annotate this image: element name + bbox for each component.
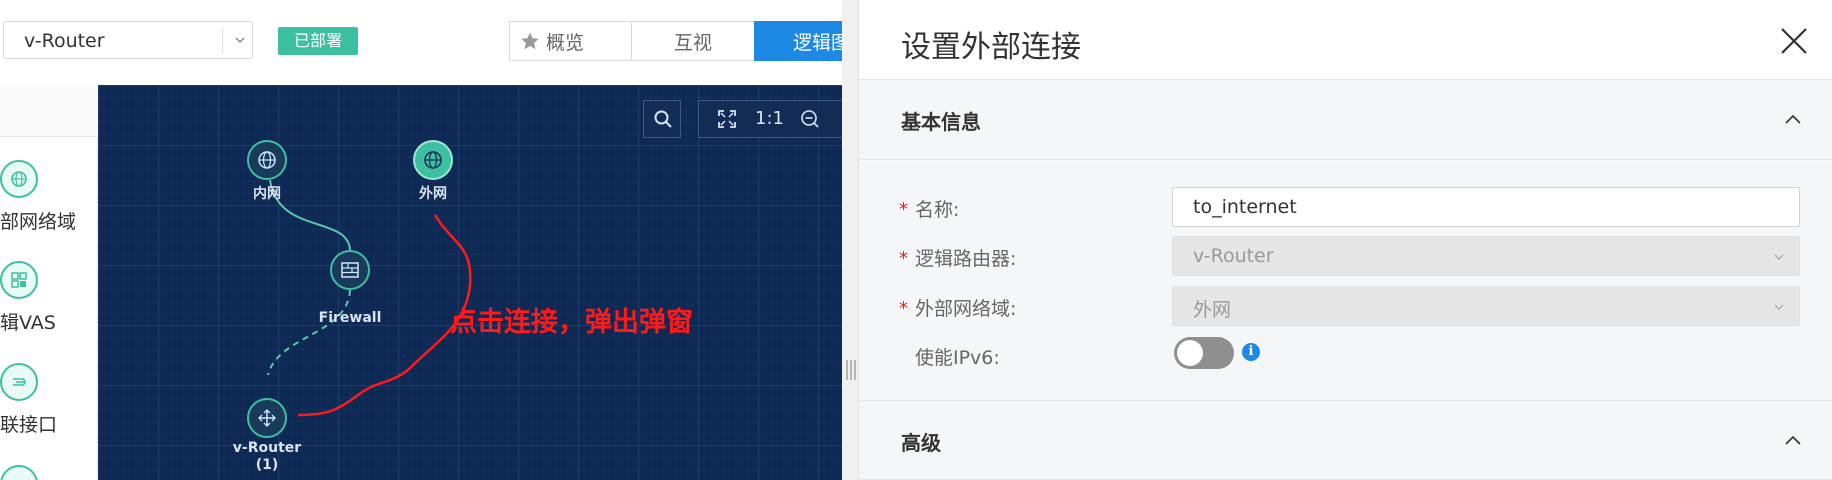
field-router-row: * 逻辑路由器: v-Router: [859, 236, 1832, 276]
tab-logical-view[interactable]: 逻辑图: [754, 21, 842, 61]
node-sublabel: (1): [255, 457, 279, 473]
field-external-domain-row: * 外部网络域: 外网: [859, 286, 1832, 326]
node-label: 内网: [253, 186, 281, 202]
topbar: v-Router 已部署 概览 互视 逻辑图: [0, 0, 842, 85]
canvas-search-button[interactable]: [643, 100, 681, 138]
required-mark: *: [899, 199, 908, 220]
router-dropdown[interactable]: v-Router: [1172, 236, 1800, 276]
tab-overview[interactable]: 概览: [509, 21, 632, 61]
section-title: 基本信息: [901, 110, 981, 134]
select-divider: [222, 28, 223, 54]
chevron-up-icon: [1785, 435, 1801, 445]
palette-item-network-domain[interactable]: 部网络域: [0, 160, 98, 233]
vas-icon: [0, 261, 38, 299]
chevron-up-icon: [1785, 114, 1801, 124]
tab-logical-view-label: 逻辑图: [793, 31, 842, 54]
palette-item-partial[interactable]: [0, 465, 98, 480]
interface-icon: [0, 363, 38, 401]
info-icon[interactable]: i: [1242, 343, 1260, 361]
chevron-down-icon: [1774, 304, 1784, 310]
section-basic-info-header[interactable]: 基本信息: [859, 80, 1832, 160]
router-icon: [258, 409, 276, 427]
fit-screen-icon[interactable]: [717, 109, 737, 129]
ipv6-toggle[interactable]: [1174, 337, 1234, 369]
palette-header: [0, 85, 98, 137]
star-icon: [521, 32, 539, 50]
node-v-router[interactable]: [247, 398, 287, 438]
node-label: 外网: [419, 186, 447, 202]
topology-canvas[interactable]: 1:1 内网 外网 Firewall v-Router (1) 点击连接，弹出弹…: [98, 85, 842, 480]
external-connection-drawer: 设置外部连接 基本信息 * 名称: to_internet * 逻辑路由器: v…: [858, 0, 1832, 480]
tab-mutual-view[interactable]: 互视: [631, 21, 755, 61]
basic-info-form: * 名称: to_internet * 逻辑路由器: v-Router * 外部…: [859, 161, 1832, 401]
status-badge: 已部署: [278, 27, 358, 55]
topology-links: [267, 179, 472, 417]
required-mark: *: [899, 298, 908, 319]
field-name-row: * 名称: to_internet: [859, 187, 1832, 227]
close-icon[interactable]: [1777, 24, 1811, 58]
external-domain-dropdown[interactable]: 外网: [1172, 286, 1800, 326]
network-domain-icon: [424, 151, 442, 169]
zoom-out-icon[interactable]: [800, 109, 820, 129]
network-domain-icon: [258, 151, 276, 169]
node-label: v-Router: [232, 440, 302, 456]
network-domain-icon: [0, 160, 38, 198]
node-internet[interactable]: [413, 140, 453, 180]
topology-workspace: v-Router 已部署 概览 互视 逻辑图 部网络域 辑VAS 联接口 1:1…: [0, 0, 842, 480]
view-tabs: 概览 互视 逻辑图: [509, 21, 842, 61]
palette-item-label: 部网络域: [0, 211, 77, 233]
annotation-text: 点击连接，弹出弹窗: [450, 307, 693, 338]
palette-item-interface[interactable]: 联接口: [0, 363, 98, 436]
toggle-knob: [1177, 340, 1203, 366]
drawer-title: 设置外部连接: [901, 30, 1081, 65]
node-firewall[interactable]: [330, 250, 370, 290]
field-ipv6-row: 使能IPv6: i: [859, 335, 1832, 375]
field-router-label: 逻辑路由器:: [915, 248, 1017, 270]
drawer-header: 设置外部连接: [859, 0, 1832, 80]
router-select[interactable]: v-Router: [3, 21, 253, 59]
field-name-label: 名称:: [915, 199, 960, 221]
node-label: Firewall: [318, 310, 382, 326]
field-ipv6-label: 使能IPv6:: [915, 347, 1000, 369]
component-palette: 部网络域 辑VAS 联接口: [0, 85, 98, 480]
zoom-reset-button[interactable]: 1:1: [755, 108, 784, 129]
router-dropdown-value: v-Router: [1193, 245, 1274, 267]
palette-item-label: 联接口: [0, 414, 58, 436]
external-domain-dropdown-value: 外网: [1193, 299, 1232, 321]
canvas-zoom-controls: 1:1: [698, 100, 842, 138]
tab-mutual-view-label: 互视: [673, 31, 712, 54]
app-root: v-Router 已部署 概览 互视 逻辑图 部网络域 辑VAS 联接口 1:1…: [0, 0, 1832, 480]
required-mark: *: [899, 248, 908, 269]
chevron-down-icon: [235, 37, 245, 44]
name-input[interactable]: to_internet: [1172, 187, 1800, 227]
drawer-resize-handle[interactable]: [842, 0, 858, 480]
link-firewall-router: [267, 289, 351, 376]
section-advanced-header[interactable]: 高级: [859, 400, 1832, 480]
field-external-domain-label: 外部网络域:: [915, 298, 1017, 320]
palette-item-vas[interactable]: 辑VAS: [0, 261, 98, 334]
name-input-value: to_internet: [1193, 196, 1297, 218]
chevron-down-icon: [1774, 254, 1784, 260]
palette-item-label: 辑VAS: [0, 312, 56, 334]
search-icon: [654, 110, 672, 128]
network-domain-icon: [0, 465, 38, 480]
router-select-value: v-Router: [24, 30, 105, 52]
firewall-icon: [341, 262, 359, 278]
tab-overview-label: 概览: [546, 31, 585, 54]
section-title: 高级: [901, 431, 941, 455]
node-intranet[interactable]: [247, 140, 287, 180]
